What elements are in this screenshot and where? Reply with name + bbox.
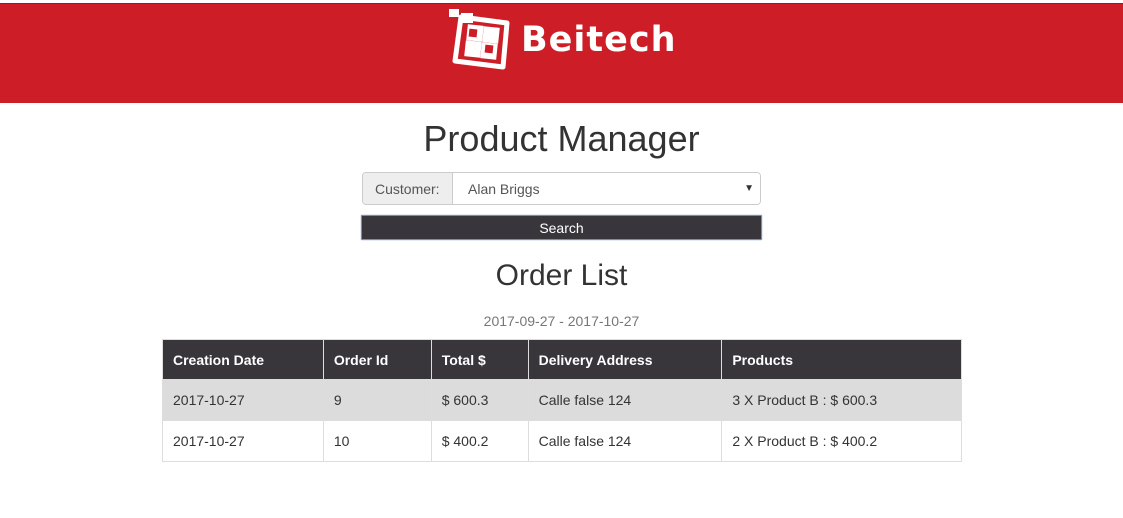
- order-list-title: Order List: [495, 259, 628, 292]
- column-header-creation-date[interactable]: Creation Date: [162, 339, 324, 380]
- chevron-down-icon: ▼: [744, 183, 754, 194]
- cell-order-id: 9: [322, 379, 432, 421]
- cell-products: 3 X Product B : $ 600.3: [721, 379, 962, 421]
- customer-label: Customer:: [363, 173, 453, 204]
- beitech-logo-icon: [447, 7, 513, 71]
- page-title: Product Manager: [423, 118, 700, 159]
- column-header-products[interactable]: Products: [721, 339, 962, 380]
- search-button[interactable]: Search: [361, 215, 762, 240]
- date-range: 2017-09-27 - 2017-10-27: [483, 313, 640, 329]
- cell-order-id: 10: [322, 420, 432, 462]
- table-row: 2017-10-27 10 $ 400.2 Calle false 124 2 …: [162, 420, 962, 462]
- column-header-total[interactable]: Total $: [430, 339, 529, 380]
- header-bar: Beitech: [0, 3, 1123, 103]
- cell-delivery-address: Calle false 124: [527, 420, 723, 462]
- cell-creation-date: 2017-10-27: [162, 420, 324, 462]
- cell-total: $ 400.2: [430, 420, 529, 462]
- customer-select[interactable]: Alan Briggs ▼: [453, 173, 760, 204]
- cell-delivery-address: Calle false 124: [527, 379, 723, 421]
- brand-logo[interactable]: Beitech: [447, 6, 677, 72]
- orders-table: Creation Date Order Id Total $ Delivery …: [162, 339, 962, 462]
- cell-total: $ 600.3: [430, 379, 529, 421]
- column-header-delivery-address[interactable]: Delivery Address: [527, 339, 723, 380]
- customer-filter: Customer: Alan Briggs ▼: [362, 172, 761, 205]
- table-row: 2017-10-27 9 $ 600.3 Calle false 124 3 X…: [162, 379, 962, 421]
- cell-creation-date: 2017-10-27: [162, 379, 324, 421]
- customer-selected-value: Alan Briggs: [468, 180, 540, 197]
- cell-products: 2 X Product B : $ 400.2: [721, 420, 962, 462]
- table-header-row: Creation Date Order Id Total $ Delivery …: [162, 339, 962, 380]
- brand-name: Beitech: [521, 20, 677, 60]
- column-header-order-id[interactable]: Order Id: [322, 339, 432, 380]
